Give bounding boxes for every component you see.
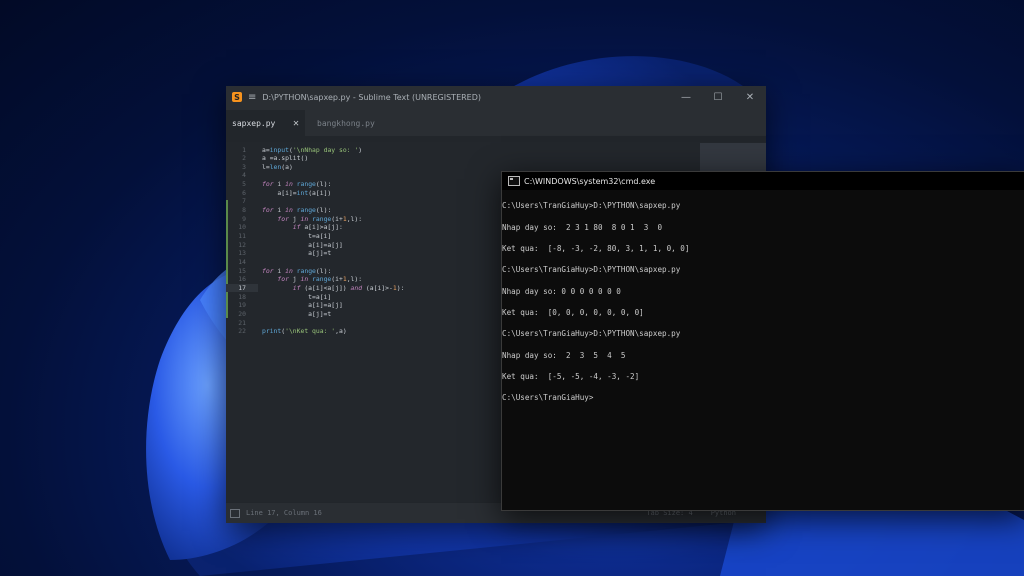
line-number: 7 <box>242 197 246 206</box>
line-number: 21 <box>238 318 246 327</box>
code-text: print('\nKet qua: ',a) <box>262 327 347 336</box>
code-text: a=input('\nNhap day so: ') <box>262 145 363 154</box>
terminal-line: Nhap day so: 0 0 0 0 0 0 0 <box>502 287 621 296</box>
terminal-line: C:\Users\TranGiaHuy>D:\PYTHON\sapxep.py <box>502 265 681 274</box>
terminal-line: C:\Users\TranGiaHuy>D:\PYTHON\sapxep.py <box>502 201 681 210</box>
line-number: 9 <box>242 214 246 223</box>
tab-sapxep[interactable]: sapxep.py ✕ <box>226 110 305 136</box>
code-text: a =a.split() <box>262 154 309 163</box>
line-number: 12 <box>238 240 246 249</box>
line-number: 4 <box>242 171 246 180</box>
code-text: a[j]=t <box>262 249 332 258</box>
title-bar[interactable]: S ≡ D:\PYTHON\sapxep.py - Sublime Text (… <box>226 86 766 108</box>
code-line[interactable]: 2 a =a.split() <box>226 154 696 163</box>
line-number: 14 <box>238 257 246 266</box>
window-title: D:\PYTHON\sapxep.py - Sublime Text (UNRE… <box>262 92 482 102</box>
terminal-line: Ket qua: [-8, -3, -2, 80, 3, 1, 1, 0, 0] <box>502 244 690 253</box>
terminal-line: C:\Users\TranGiaHuy> <box>502 393 594 402</box>
line-number: 13 <box>238 249 246 258</box>
maximize-button[interactable]: ☐ <box>702 92 734 103</box>
line-number: 15 <box>238 266 246 275</box>
code-text: for i in range(l): <box>262 266 332 275</box>
line-number: 17 <box>238 283 246 292</box>
code-text: for j in range(i+1,l): <box>277 214 363 223</box>
tab-label: bangkhong.py <box>317 118 375 128</box>
cmd-window-title: C:\WINDOWS\system32\cmd.exe <box>524 176 656 186</box>
menu-icon[interactable]: ≡ <box>248 92 256 103</box>
tab-label: sapxep.py <box>232 118 276 128</box>
minimap[interactable] <box>700 143 766 171</box>
line-number: 11 <box>238 232 246 240</box>
terminal-line: Nhap day so: 2 3 1 80 8 0 1 3 0 <box>502 223 663 232</box>
sublime-logo-icon: S <box>232 92 242 102</box>
tab-bar: sapxep.py ✕ bangkhong.py <box>226 108 766 136</box>
code-text: a[i]=int(a[i]) <box>262 188 332 197</box>
cmd-output[interactable]: C:\Users\TranGiaHuy>D:\PYTHON\sapxep.py N… <box>502 190 1024 510</box>
code-text: a[i]=a[j] <box>262 240 343 249</box>
code-text: t=a[i] <box>262 232 332 240</box>
code-text: t=a[i] <box>262 292 332 301</box>
code-text: for i in range(l): <box>262 180 332 189</box>
terminal-line: Ket qua: [-5, -5, -4, -3, -2] <box>502 372 640 381</box>
tab-bangkhong[interactable]: bangkhong.py <box>311 110 381 136</box>
line-number: 8 <box>242 206 246 215</box>
line-number: 5 <box>242 180 246 189</box>
code-text: a[i]=a[j] <box>262 301 343 310</box>
line-number: 18 <box>238 292 246 301</box>
code-text: if (a[i]<a[j]) and (a[i]>-1): <box>292 283 405 292</box>
close-button[interactable]: ✕ <box>734 92 766 103</box>
cmd-window: C:\WINDOWS\system32\cmd.exe C:\Users\Tra… <box>501 171 1024 511</box>
line-number: 10 <box>238 223 246 232</box>
line-number: 2 <box>242 154 246 163</box>
cmd-title-bar[interactable]: C:\WINDOWS\system32\cmd.exe <box>502 172 1024 190</box>
line-number: 3 <box>242 162 246 171</box>
code-text: if a[i]>a[j]: <box>292 223 343 232</box>
line-number: 6 <box>242 188 246 197</box>
code-text: for j in range(i+1,l): <box>277 275 363 284</box>
terminal-line: Ket qua: [0, 0, 0, 0, 0, 0, 0] <box>502 308 644 317</box>
code-text: a[j]=t <box>262 309 332 318</box>
code-line[interactable]: 1 a=input('\nNhap day so: ') <box>226 146 696 155</box>
minimize-button[interactable]: — <box>670 92 702 103</box>
terminal-line: Nhap day so: 2 3 5 4 5 <box>502 351 626 360</box>
line-number: 20 <box>238 309 246 318</box>
terminal-line: C:\Users\TranGiaHuy>D:\PYTHON\sapxep.py <box>502 329 681 338</box>
line-number: 16 <box>238 275 246 284</box>
cursor-position: Line 17, Column 16 <box>246 509 322 517</box>
code-text: for i in range(l): <box>262 206 332 215</box>
line-number: 22 <box>238 327 246 336</box>
line-number: 19 <box>238 301 246 310</box>
terminal-icon <box>508 176 520 186</box>
code-text: l=len(a) <box>262 162 293 171</box>
line-number: 1 <box>242 145 246 154</box>
tab-close-icon[interactable]: ✕ <box>293 118 299 129</box>
panel-toggle-icon[interactable] <box>230 508 240 518</box>
